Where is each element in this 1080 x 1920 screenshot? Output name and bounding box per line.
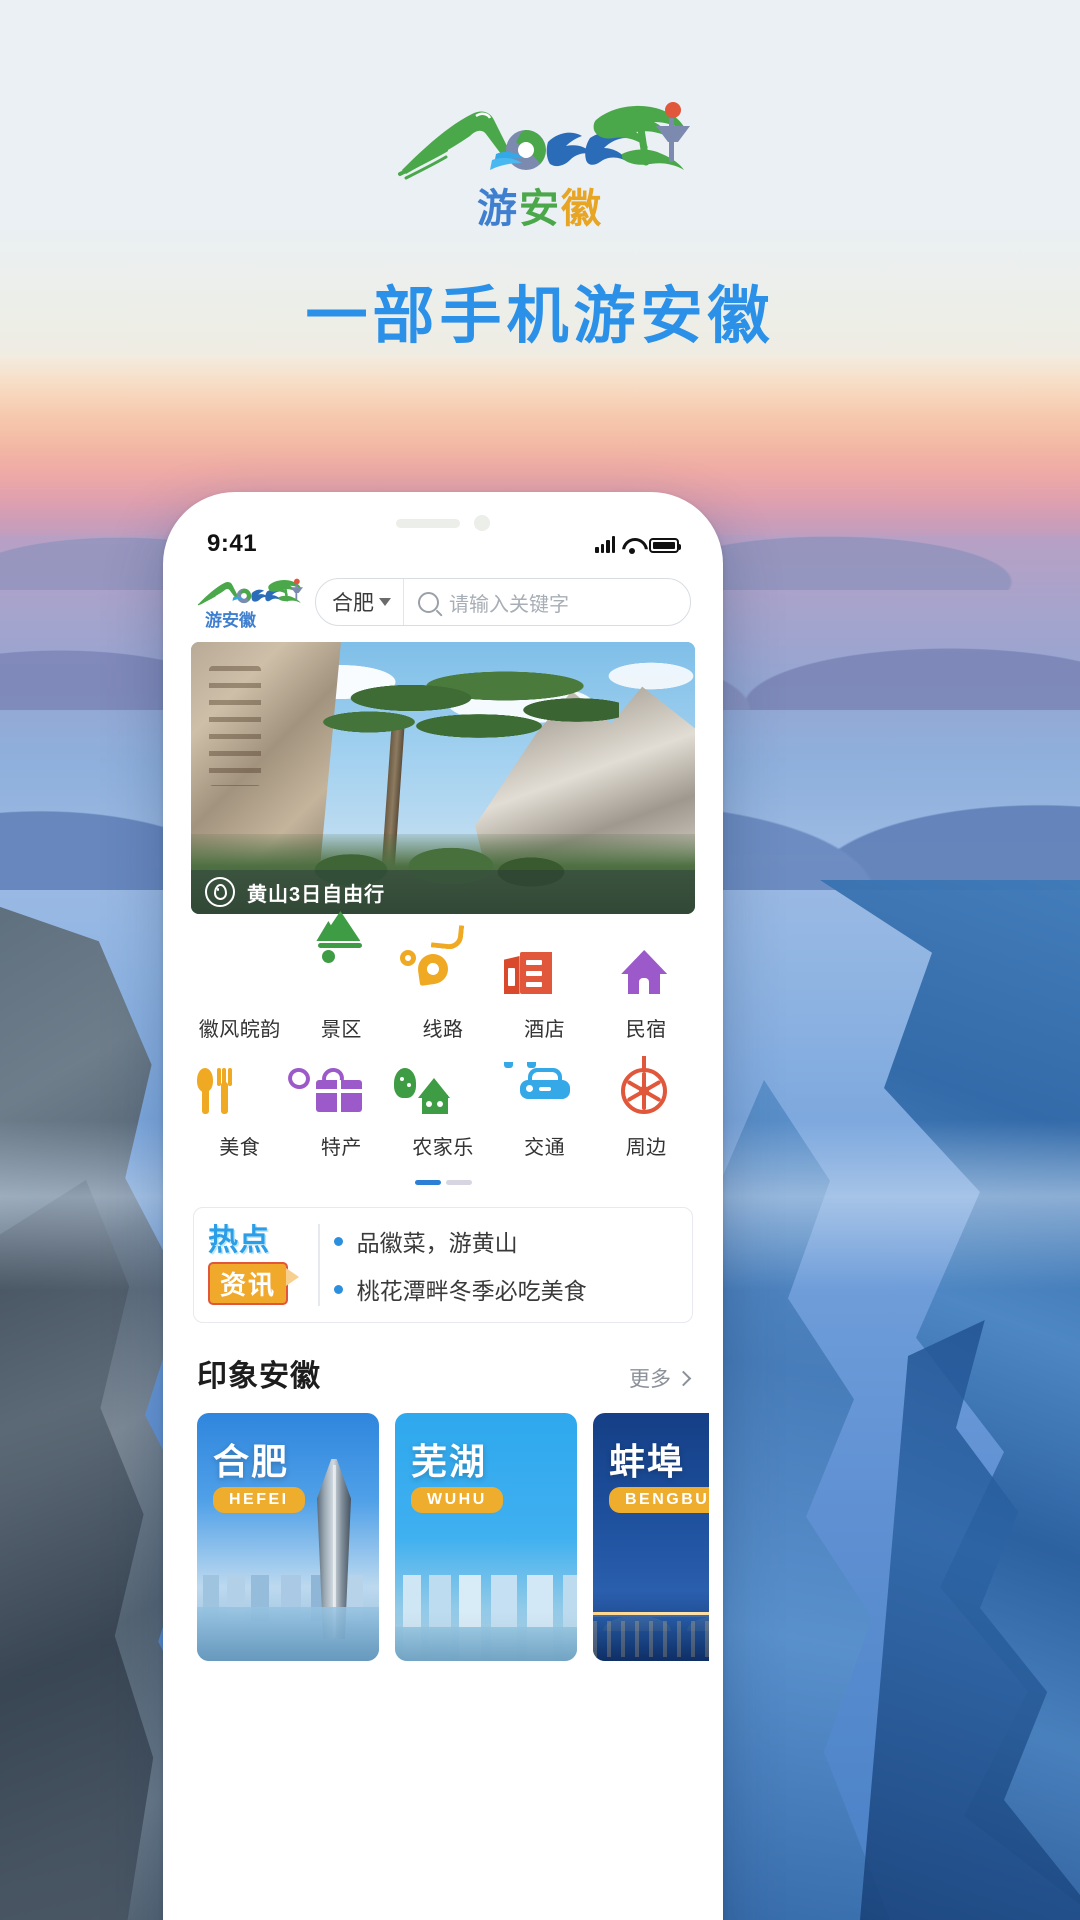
app-header: 游安徽 合肥 请输入关键字: [177, 568, 709, 642]
news-item-text: 桃花潭畔冬季必吃美食: [356, 1278, 587, 1304]
wifi-icon: [622, 537, 642, 554]
cutlery-icon: [196, 1068, 265, 1118]
impression-card[interactable]: 蚌埠 BENGBU: [593, 1413, 709, 1661]
category-label: 美食: [219, 1137, 261, 1159]
card-city-name: 蚌埠: [609, 1441, 686, 1482]
bullet-icon: [333, 1284, 343, 1294]
news-badge-bottom: 资讯: [208, 1261, 300, 1305]
category-label: 酒店: [524, 1019, 566, 1041]
anhui-map-icon: [215, 950, 265, 1000]
pager-dot-active[interactable]: [414, 1180, 441, 1185]
category-label: 线路: [422, 1019, 464, 1041]
promo-logo-subtitle: 游安徽: [477, 186, 603, 231]
hero-caption: 黄山3日自由行: [191, 870, 695, 914]
city-selector-label: 合肥: [332, 592, 374, 615]
impression-card[interactable]: 芜湖 WUHU: [395, 1413, 577, 1661]
anhui-wordmark-icon: [398, 102, 690, 180]
news-divider: [318, 1224, 320, 1306]
impression-section-header: 印象安徽 更多: [197, 1351, 692, 1395]
news-panel[interactable]: 热点 资讯 品徽菜，游黄山 桃花潭畔冬季必吃美食: [193, 1207, 693, 1323]
category-specialty[interactable]: 特产: [285, 1058, 393, 1164]
ferris-wheel-icon: [621, 1056, 671, 1118]
card-city-name: 合肥: [213, 1441, 290, 1482]
camera-icon: [474, 515, 490, 531]
promo-page: 游安徽 一部手机游安徽 9:41 游安徽 合肥 请输入关键字 黄山3日自由行 徽…: [0, 0, 1080, 1920]
category-grid: 徽风皖韵 景区 线路 酒店 民宿 美食 特产 农家乐 交通 周边: [177, 911, 709, 1164]
news-item[interactable]: 品徽菜，游黄山: [333, 1224, 678, 1258]
search-icon: [418, 591, 439, 613]
category-route[interactable]: 线路: [392, 922, 494, 1046]
hero-pine-canopy: [319, 670, 619, 820]
chevron-down-icon: [379, 598, 391, 606]
status-bar: 9:41: [177, 506, 709, 568]
category-hotel[interactable]: 酒店: [494, 940, 596, 1046]
location-pin-icon: [205, 877, 235, 907]
city-selector[interactable]: 合肥: [316, 579, 404, 625]
anhui-wordmark-icon-small: [197, 578, 303, 606]
card-city-pinyin: HEFEI: [213, 1487, 305, 1513]
card-city-name: 芜湖: [411, 1441, 488, 1482]
search-placeholder: 请输入关键字: [449, 593, 569, 616]
category-label: 民宿: [625, 1019, 667, 1041]
hero-caption-text: 黄山3日自由行: [247, 883, 386, 906]
phone-screen: 9:41 游安徽 合肥 请输入关键字 黄山3日自由行 徽风皖韵 景区 线路 酒店…: [177, 506, 709, 1920]
card-fade: [197, 1611, 379, 1661]
impression-card-list: 合肥 HEFEI 芜湖 WUHU 蚌埠 BENGBU: [177, 1395, 709, 1661]
more-label: 更多: [629, 1368, 671, 1391]
card-fade: [593, 1611, 709, 1661]
hotel-icon: [503, 950, 570, 1000]
cellular-signal-icon: [595, 535, 615, 553]
farmhouse-icon: [393, 1068, 468, 1118]
status-icons: [595, 535, 681, 554]
category-scenic-area[interactable]: 景区: [291, 911, 393, 1046]
card-city-pinyin: WUHU: [411, 1487, 503, 1513]
search-input[interactable]: 请输入关键字: [404, 588, 690, 617]
app-logo-subtitle: 游安徽: [205, 611, 256, 630]
category-huifeng-wanyun[interactable]: 徽风皖韵: [189, 940, 291, 1046]
phone-notch: [338, 506, 548, 540]
category-label: 景区: [320, 1019, 362, 1041]
phone-mockup: 9:41 游安徽 合肥 请输入关键字 黄山3日自由行 徽风皖韵 景区 线路 酒店…: [163, 492, 723, 1920]
category-transport[interactable]: 交通: [494, 1058, 596, 1164]
gift-icon: [285, 1065, 366, 1118]
section-title: 印象安徽: [197, 1360, 321, 1393]
category-farmhouse[interactable]: 农家乐: [392, 1058, 494, 1164]
card-fade: [395, 1611, 577, 1661]
hero-banner[interactable]: 黄山3日自由行: [191, 642, 695, 914]
search-bar[interactable]: 合肥 请输入关键字: [315, 578, 691, 626]
bullet-icon: [333, 1236, 343, 1246]
promo-headline: 一部手机游安徽: [305, 283, 775, 351]
category-label: 特产: [320, 1137, 362, 1159]
more-link[interactable]: 更多: [629, 1363, 692, 1393]
category-label: 周边: [625, 1137, 667, 1159]
battery-full-icon: [649, 537, 681, 553]
card-city-pinyin: BENGBU: [609, 1487, 709, 1513]
house-icon: [621, 950, 671, 1000]
news-list: 品徽菜，游黄山 桃花潭畔冬季必吃美食: [333, 1224, 678, 1306]
speaker-icon: [396, 518, 460, 528]
category-label: 农家乐: [412, 1137, 474, 1159]
grid-pager[interactable]: [177, 1180, 709, 1185]
promo-logo: 游安徽: [0, 96, 1080, 231]
category-food[interactable]: 美食: [189, 1058, 291, 1164]
status-time: 9:41: [207, 530, 258, 557]
category-around[interactable]: 周边: [595, 1056, 697, 1164]
impression-card[interactable]: 合肥 HEFEI: [197, 1413, 379, 1661]
mountain-icon: [316, 911, 366, 1000]
car-icon: [503, 1062, 570, 1118]
route-icon: [399, 922, 468, 1000]
news-item[interactable]: 桃花潭畔冬季必吃美食: [333, 1272, 678, 1306]
category-label: 交通: [524, 1137, 566, 1159]
chevron-right-icon: [675, 1370, 692, 1386]
news-badge: 热点 资讯: [208, 1225, 304, 1305]
news-item-text: 品徽菜，游黄山: [356, 1230, 518, 1256]
category-homestay[interactable]: 民宿: [595, 940, 697, 1046]
app-logo[interactable]: 游安徽: [195, 576, 303, 630]
pager-dot[interactable]: [445, 1180, 472, 1185]
category-label: 徽风皖韵: [198, 1019, 281, 1041]
news-badge-top: 热点: [208, 1224, 270, 1258]
